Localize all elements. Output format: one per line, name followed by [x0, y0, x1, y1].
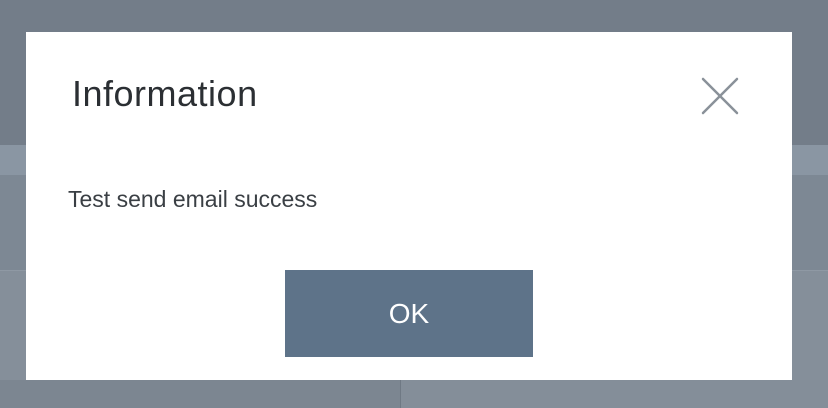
information-dialog: Information Test send email success OK [26, 32, 792, 380]
dialog-title: Information [72, 73, 258, 114]
ok-button[interactable]: OK [285, 270, 533, 357]
background-left-panel [0, 380, 400, 408]
background-right-panel [400, 380, 828, 408]
dialog-message: Test send email success [68, 186, 318, 212]
close-icon [701, 77, 739, 115]
close-button[interactable] [698, 74, 742, 118]
